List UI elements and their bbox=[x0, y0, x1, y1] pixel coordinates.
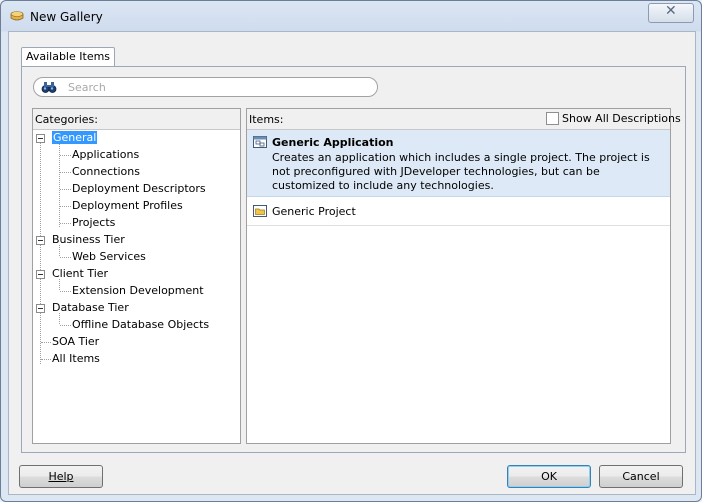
show-all-descriptions[interactable]: Show All Descriptions bbox=[546, 112, 681, 126]
categories-panel: Categories: General Applications Connect… bbox=[32, 108, 241, 444]
help-button[interactable]: Help bbox=[19, 465, 103, 488]
expander-general[interactable] bbox=[36, 134, 45, 143]
categories-tree: General Applications Connections Deploym… bbox=[33, 130, 240, 443]
application-icon bbox=[253, 136, 267, 148]
tree-item-label: Extension Development bbox=[72, 284, 204, 297]
tree-item-database-tier[interactable]: Database Tier bbox=[52, 300, 129, 315]
item-title: Generic Project bbox=[272, 205, 356, 218]
item-generic-application[interactable]: Generic Application Creates an applicati… bbox=[247, 130, 670, 197]
tree-item-label: Offline Database Objects bbox=[72, 318, 210, 331]
tab-available-items[interactable]: Available Items bbox=[21, 47, 115, 66]
item-generic-project[interactable]: Generic Project bbox=[247, 198, 670, 226]
expander-database-tier[interactable] bbox=[36, 304, 45, 313]
ok-button-label: OK bbox=[541, 470, 557, 483]
categories-label: Categories: bbox=[35, 113, 98, 126]
tree-item-label: Database Tier bbox=[52, 301, 129, 314]
items-label: Items: bbox=[249, 113, 284, 126]
cancel-button-label: Cancel bbox=[622, 470, 660, 483]
show-all-descriptions-checkbox[interactable] bbox=[546, 112, 559, 125]
window-title: New Gallery bbox=[30, 10, 103, 24]
tree-item-label: Web Services bbox=[72, 250, 146, 263]
tree-item-label: Applications bbox=[72, 148, 140, 161]
item-title: Generic Application bbox=[272, 136, 394, 149]
tree-item-label: Deployment Descriptors bbox=[72, 182, 206, 195]
search-input[interactable] bbox=[66, 79, 370, 96]
jdeveloper-app-icon bbox=[10, 11, 24, 21]
tree-item-label: General bbox=[52, 131, 98, 144]
project-folder-icon bbox=[253, 205, 267, 217]
tree-item-label: Projects bbox=[72, 216, 116, 229]
tree-item-label: Business Tier bbox=[52, 233, 125, 246]
binoculars-icon[interactable] bbox=[41, 80, 57, 94]
tree-item-projects[interactable]: Projects bbox=[72, 215, 115, 230]
tree-item-web-services[interactable]: Web Services bbox=[72, 249, 146, 264]
tree-item-connections[interactable]: Connections bbox=[72, 164, 140, 179]
search-field[interactable] bbox=[33, 77, 378, 97]
expander-business-tier[interactable] bbox=[36, 236, 45, 245]
item-description: Creates an application which includes a … bbox=[272, 151, 650, 192]
help-button-label: Help bbox=[48, 470, 74, 483]
tab-panel: Categories: bbox=[21, 66, 686, 453]
tree-item-applications[interactable]: Applications bbox=[72, 147, 139, 162]
new-gallery-dialog: New Gallery ✕ Available Items Search Cat… bbox=[0, 0, 702, 502]
tree-item-label: Connections bbox=[72, 165, 140, 178]
dialog-body: Available Items Categories: bbox=[8, 31, 696, 495]
tree-item-business-tier[interactable]: Business Tier bbox=[52, 232, 125, 247]
title-bar: New Gallery ✕ bbox=[1, 1, 701, 31]
tree-item-label: Client Tier bbox=[52, 267, 109, 280]
items-panel: Items: Show All Descriptions Generic App… bbox=[246, 108, 681, 444]
tree-item-offline-database-objects[interactable]: Offline Database Objects bbox=[72, 317, 209, 332]
close-button[interactable]: ✕ bbox=[648, 3, 694, 23]
show-all-descriptions-label: Show All Descriptions bbox=[562, 112, 681, 125]
categories-header: Categories: bbox=[33, 109, 240, 130]
tree-item-label: SOA Tier bbox=[52, 335, 100, 348]
tree-item-deployment-profiles[interactable]: Deployment Profiles bbox=[72, 198, 183, 213]
ok-button[interactable]: OK bbox=[507, 465, 591, 488]
tree-item-deployment-descriptors[interactable]: Deployment Descriptors bbox=[72, 181, 206, 196]
tree-item-label: All Items bbox=[52, 352, 100, 365]
tree-item-all-items[interactable]: All Items bbox=[52, 351, 100, 366]
tree-item-extension-development[interactable]: Extension Development bbox=[72, 283, 204, 298]
tree-item-client-tier[interactable]: Client Tier bbox=[52, 266, 108, 281]
close-icon: ✕ bbox=[665, 3, 677, 19]
cancel-button[interactable]: Cancel bbox=[599, 465, 683, 488]
items-header: Items: Show All Descriptions bbox=[247, 109, 681, 130]
tree-item-soa-tier[interactable]: SOA Tier bbox=[52, 334, 99, 349]
tree-item-label: Deployment Profiles bbox=[72, 199, 183, 212]
expander-client-tier[interactable] bbox=[36, 270, 45, 279]
tree-item-general[interactable]: General bbox=[52, 130, 98, 145]
